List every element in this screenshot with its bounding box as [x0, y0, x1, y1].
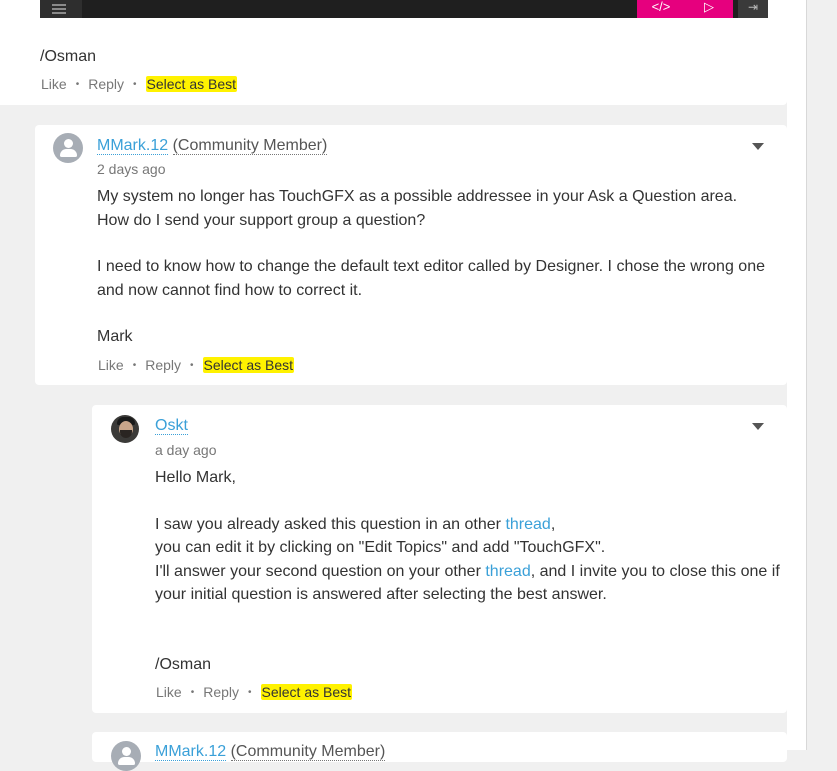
comment-signature: Mark: [97, 328, 133, 345]
like-button[interactable]: Like: [41, 76, 67, 92]
reply-text: I'll answer your second question on your…: [155, 562, 486, 580]
separator-dot: •: [133, 79, 137, 90]
like-button[interactable]: Like: [98, 357, 124, 373]
separator-dot: •: [132, 360, 137, 371]
comment-author: MMark.12 (Community Member): [155, 743, 386, 761]
reply-text: ,: [550, 515, 556, 533]
author-link[interactable]: MMark.12: [155, 743, 227, 761]
exit-icon[interactable]: ⇥: [738, 0, 768, 18]
thread-link[interactable]: thread: [485, 563, 530, 580]
chevron-down-icon[interactable]: [752, 423, 764, 430]
author-role: (Community Member): [230, 743, 386, 761]
reply-timestamp: a day ago: [155, 442, 217, 458]
post-card: </> ▷ ⇥ /Osman Like • Reply • Select as Best: [0, 0, 787, 105]
reply-text: , and I invite you to close this one if: [530, 562, 780, 580]
reply-line: you can edit it by clicking on "Edit Top…: [155, 539, 606, 556]
select-as-best-button[interactable]: Select as Best: [145, 76, 238, 92]
select-as-best-button[interactable]: Select as Best: [260, 684, 353, 700]
author-role: (Community Member): [172, 137, 328, 155]
reply-text: I saw you already asked this question in…: [155, 515, 506, 533]
comment-card: MMark.12 (Community Member): [92, 732, 787, 771]
author-link[interactable]: MMark.12: [97, 137, 169, 155]
separator-dot: •: [190, 687, 195, 698]
comment-timestamp: 2 days ago: [97, 161, 166, 177]
comment-line: I need to know how to change the default…: [97, 258, 765, 275]
reply-button[interactable]: Reply: [203, 684, 239, 700]
avatar-icon[interactable]: [53, 133, 83, 163]
reply-button[interactable]: Reply: [88, 76, 124, 92]
reply-author: Oskt: [155, 417, 188, 435]
separator-dot: •: [248, 687, 252, 698]
menu-icon[interactable]: [40, 0, 82, 18]
reply-signature: /Osman: [155, 655, 212, 673]
comment-card: MMark.12 (Community Member) 2 days ago M…: [35, 125, 787, 385]
reply-actions: Like • Reply • Select as Best: [156, 684, 353, 700]
reply-body: Hello Mark, I saw you already asked this…: [155, 466, 780, 676]
reply-line: your initial question is answered after …: [155, 586, 607, 603]
scrollbar-track[interactable]: [787, 0, 807, 750]
page-border: [806, 0, 807, 750]
separator-dot: •: [190, 360, 194, 371]
code-icon[interactable]: </>: [637, 0, 685, 18]
code-editor-toolbar: </> ▷ ⇥: [40, 0, 768, 18]
author-link[interactable]: Oskt: [155, 417, 188, 435]
reply-greeting: Hello Mark,: [155, 469, 236, 486]
like-button[interactable]: Like: [156, 684, 182, 700]
thread-link[interactable]: thread: [505, 516, 550, 533]
avatar-icon[interactable]: [111, 415, 139, 443]
separator-dot: •: [75, 79, 80, 90]
comment-line: My system no longer has TouchGFX as a po…: [97, 188, 738, 205]
select-as-best-button[interactable]: Select as Best: [202, 357, 295, 373]
reply-card: Oskt a day ago Hello Mark, I saw you alr…: [92, 405, 787, 713]
chevron-down-icon[interactable]: [752, 143, 764, 150]
reply-line: I saw you already asked this question in…: [155, 513, 780, 537]
comment-line: and now cannot find how to correct it.: [97, 281, 363, 299]
post-actions: Like • Reply • Select as Best: [41, 76, 238, 92]
reply-line: I'll answer your second question on your…: [155, 560, 780, 584]
comment-body: My system no longer has TouchGFX as a po…: [97, 185, 765, 349]
avatar-icon[interactable]: [111, 741, 141, 771]
run-icon[interactable]: ▷: [685, 0, 733, 18]
comment-author: MMark.12 (Community Member): [97, 137, 328, 155]
comment-line: How do I send your support group a quest…: [97, 211, 426, 229]
post-signature: /Osman: [40, 48, 97, 65]
reply-button[interactable]: Reply: [145, 357, 181, 373]
comment-actions: Like • Reply • Select as Best: [98, 357, 295, 373]
